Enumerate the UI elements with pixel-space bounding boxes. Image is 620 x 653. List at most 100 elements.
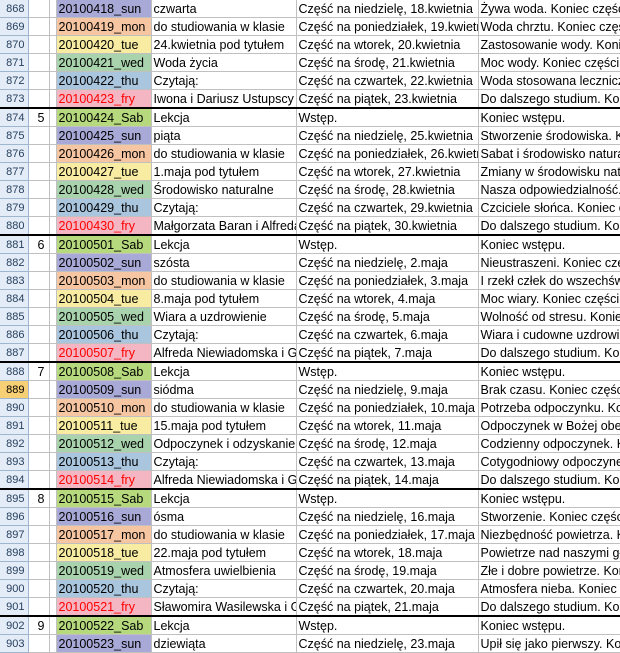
content-cell[interactable]: Do dalszego studium. Koniec. [478,597,620,617]
week-number-cell[interactable] [28,579,50,598]
date-id-cell[interactable]: 20100502_sun [55,253,152,272]
week-number-cell[interactable] [28,525,50,544]
title-cell[interactable]: do studiowania w klasie [151,525,297,544]
title-cell[interactable]: Lekcja [151,361,297,381]
narrow-blank-cell[interactable] [49,380,57,399]
row-header[interactable]: 899 [0,561,29,580]
content-cell[interactable]: Atmosfera nieba. Koniec części. [478,579,620,598]
part-cell[interactable]: Wstęp. [296,488,479,508]
content-cell[interactable]: Cotygodniowy odpoczynek. [478,452,620,471]
narrow-blank-cell[interactable] [49,525,57,544]
part-cell[interactable]: Część na niedzielę, 9.maja [296,380,479,399]
part-cell[interactable]: Część na poniedziałek, 10.maja [296,398,479,417]
date-id-cell[interactable]: 20100429_thu [55,198,152,217]
week-number-cell[interactable] [28,597,50,617]
week-number-cell[interactable] [28,35,50,54]
title-cell[interactable]: siódma [151,380,297,399]
date-id-cell[interactable]: 20100421_wed [55,53,152,72]
title-cell[interactable]: Lekcja [151,488,297,508]
row-header[interactable]: 891 [0,416,29,435]
content-cell[interactable]: Odpoczynek w Bożej obecności. [478,416,620,435]
title-cell[interactable]: piąta [151,126,297,145]
part-cell[interactable]: Część na czwartek, 29.kwietnia [296,198,479,217]
title-cell[interactable]: Wiara a uzdrowienie [151,307,297,326]
title-cell[interactable]: Czytają: [151,198,297,217]
title-cell[interactable]: Środowisko naturalne [151,180,297,199]
title-cell[interactable]: do studiowania w klasie [151,398,297,417]
week-number-cell[interactable] [28,452,50,471]
week-number-cell[interactable] [28,71,50,90]
narrow-blank-cell[interactable] [49,53,57,72]
content-cell[interactable]: Potrzeba odpoczynku. Koniec. [478,398,620,417]
row-header[interactable]: 890 [0,398,29,417]
narrow-blank-cell[interactable] [49,470,57,490]
week-number-cell[interactable] [28,180,50,199]
week-number-cell[interactable] [28,271,50,290]
narrow-blank-cell[interactable] [49,162,57,181]
date-id-cell[interactable]: 20100503_mon [55,271,152,290]
row-header[interactable]: 874 [0,107,29,127]
week-number-cell[interactable] [28,507,50,526]
row-header[interactable]: 902 [0,615,29,635]
narrow-blank-cell[interactable] [49,234,57,254]
narrow-blank-cell[interactable] [49,71,57,90]
part-cell[interactable]: Część na niedzielę, 25.kwietnia [296,126,479,145]
narrow-blank-cell[interactable] [49,543,57,562]
week-number-cell[interactable] [28,0,50,18]
week-number-cell[interactable] [28,126,50,145]
part-cell[interactable]: Część na środę, 12.maja [296,434,479,453]
part-cell[interactable]: Część na piątek, 23.kwietnia [296,89,479,109]
row-header[interactable]: 886 [0,325,29,344]
row-header[interactable]: 882 [0,253,29,272]
week-number-cell[interactable]: 6 [28,234,50,254]
content-cell[interactable]: Woda stosowana leczniczo. [478,71,620,90]
part-cell[interactable]: Część na wtorek, 20.kwietnia [296,35,479,54]
content-cell[interactable]: Do dalszego studium. Koniec. [478,343,620,363]
title-cell[interactable]: 15.maja pod tytułem [151,416,297,435]
part-cell[interactable]: Wstęp. [296,361,479,381]
row-header[interactable]: 875 [0,126,29,145]
narrow-blank-cell[interactable] [49,361,57,381]
row-header[interactable]: 895 [0,488,29,508]
date-id-cell[interactable]: 20100509_sun [55,380,152,399]
part-cell[interactable]: Część na czwartek, 22.kwietnia [296,71,479,90]
narrow-blank-cell[interactable] [49,434,57,453]
week-number-cell[interactable] [28,434,50,453]
part-cell[interactable]: Część na niedzielę, 2.maja [296,253,479,272]
week-number-cell[interactable]: 5 [28,107,50,127]
part-cell[interactable]: Część na wtorek, 18.maja [296,543,479,562]
content-cell[interactable]: Niezbędność powietrza. Koniec. [478,525,620,544]
row-header[interactable]: 879 [0,198,29,217]
date-id-cell[interactable]: 20100506_thu [55,325,152,344]
date-id-cell[interactable]: 20100508_Sab [55,361,152,381]
content-cell[interactable]: Nieustraszeni. Koniec części. [478,253,620,272]
title-cell[interactable]: Iwona i Dariusz Ustupscy [151,89,297,109]
content-cell[interactable]: Moc wody. Koniec części. [478,53,620,72]
part-cell[interactable]: Część na piątek, 21.maja [296,597,479,617]
content-cell[interactable]: Koniec wstępu. [478,488,620,508]
date-id-cell[interactable]: 20100504_tue [55,289,152,308]
row-header[interactable]: 868 [0,0,29,18]
title-cell[interactable]: Czytają: [151,452,297,471]
week-number-cell[interactable] [28,144,50,163]
date-id-cell[interactable]: 20100522_Sab [55,615,152,635]
date-id-cell[interactable]: 20100427_tue [55,162,152,181]
content-cell[interactable]: Zmiany w środowisku naturalnym. [478,162,620,181]
row-header[interactable]: 898 [0,543,29,562]
narrow-blank-cell[interactable] [49,0,57,18]
week-number-cell[interactable]: 7 [28,361,50,381]
narrow-blank-cell[interactable] [49,126,57,145]
narrow-blank-cell[interactable] [49,253,57,272]
content-cell[interactable]: I rzekł człek do wszechświata. [478,271,620,290]
date-id-cell[interactable]: 20100514_fry [55,470,152,490]
content-cell[interactable]: Koniec wstępu. [478,361,620,381]
part-cell[interactable]: Wstęp. [296,107,479,127]
content-cell[interactable]: Do dalszego studium. Koniec. [478,470,620,490]
date-id-cell[interactable]: 20100425_sun [55,126,152,145]
title-cell[interactable]: Czytają: [151,325,297,344]
row-header[interactable]: 900 [0,579,29,598]
content-cell[interactable]: Brak czasu. Koniec części. [478,380,620,399]
row-header[interactable]: 893 [0,452,29,471]
date-id-cell[interactable]: 20100424_Sab [55,107,152,127]
title-cell[interactable]: Lekcja [151,234,297,254]
